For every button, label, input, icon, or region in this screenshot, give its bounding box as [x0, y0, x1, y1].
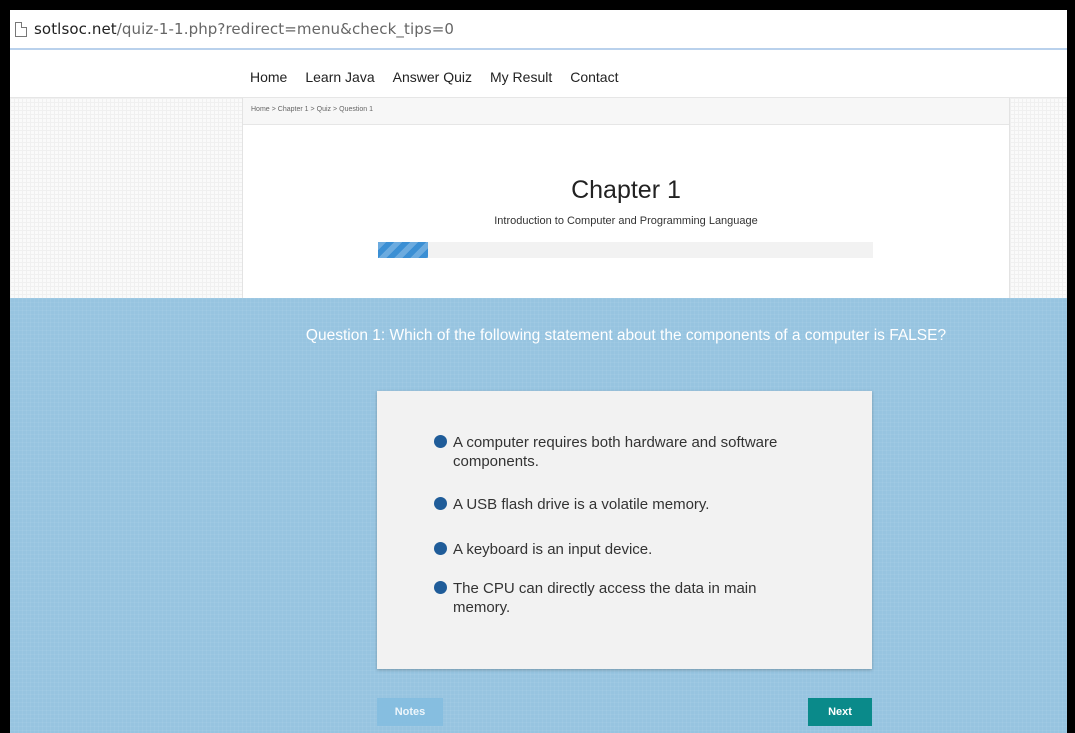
screen-border-right: [1067, 0, 1075, 733]
radio-dot-icon: [434, 542, 447, 555]
nav-contact[interactable]: Contact: [570, 69, 618, 85]
chapter-header-card: Home > Chapter 1 > Quiz > Question 1 Chapter 1…: [242, 98, 1010, 298]
nav-menu: Home Learn Java Answer Quiz My Result Co…: [250, 69, 636, 85]
answer-options-card: A computer requires both hardware and so…: [377, 391, 872, 669]
answer-option-text: A computer requires both hardware and so…: [453, 434, 778, 470]
background-pattern-right: [1010, 98, 1067, 298]
answer-option-2[interactable]: A USB flash drive is a volatile memory.: [434, 495, 794, 514]
answer-option-text: The CPU can directly access the data in …: [453, 580, 757, 616]
breadcrumb-question: Question 1: [339, 106, 373, 113]
address-bar[interactable]: sotlsoc.net/quiz-1-1.php?redirect=menu&c…: [10, 10, 1067, 50]
chapter-subtitle: Introduction to Computer and Programming…: [494, 215, 758, 227]
question-section: Question 1: Which of the following state…: [10, 298, 1067, 733]
answer-option-1[interactable]: A computer requires both hardware and so…: [434, 433, 794, 471]
url-domain: sotlsoc.net: [34, 20, 117, 38]
chapter-title: Chapter 1: [571, 176, 681, 204]
radio-dot-icon: [434, 497, 447, 510]
quiz-progress-bar: [378, 242, 873, 258]
breadcrumb-home[interactable]: Home: [251, 106, 270, 113]
answer-option-4[interactable]: The CPU can directly access the data in …: [434, 579, 794, 617]
breadcrumb-chapter[interactable]: Chapter 1: [278, 106, 309, 113]
browser-frame: sotlsoc.net/quiz-1-1.php?redirect=menu&c…: [10, 10, 1067, 733]
breadcrumb-separator: >: [271, 106, 276, 113]
breadcrumb-separator: >: [310, 106, 315, 113]
answer-option-text: A keyboard is an input device.: [453, 541, 653, 558]
top-navbar: Home Learn Java Answer Quiz My Result Co…: [10, 52, 1067, 98]
breadcrumb-quiz[interactable]: Quiz: [317, 106, 331, 113]
notes-button[interactable]: Notes: [377, 698, 443, 726]
screen-border-left: [0, 0, 10, 733]
next-button[interactable]: Next: [808, 698, 872, 726]
answer-option-3[interactable]: A keyboard is an input device.: [434, 540, 794, 559]
nav-learn-java[interactable]: Learn Java: [305, 69, 374, 85]
screen-border-top: [0, 0, 1075, 10]
question-text: Question 1: Which of the following state…: [305, 327, 947, 344]
nav-home[interactable]: Home: [250, 69, 287, 85]
url-text[interactable]: sotlsoc.net/quiz-1-1.php?redirect=menu&c…: [34, 20, 454, 38]
breadcrumb: Home > Chapter 1 > Quiz > Question 1: [243, 98, 1009, 125]
nav-answer-quiz[interactable]: Answer Quiz: [393, 69, 472, 85]
url-path: /quiz-1-1.php?redirect=menu&check_tips=0: [116, 20, 455, 38]
radio-dot-icon: [434, 581, 447, 594]
answer-option-text: A USB flash drive is a volatile memory.: [453, 496, 710, 513]
radio-dot-icon: [434, 435, 447, 448]
page-icon: [15, 21, 27, 37]
background-pattern-left: [10, 98, 242, 298]
quiz-progress-fill: [378, 242, 428, 258]
breadcrumb-separator: >: [333, 106, 338, 113]
nav-my-result[interactable]: My Result: [490, 69, 552, 85]
